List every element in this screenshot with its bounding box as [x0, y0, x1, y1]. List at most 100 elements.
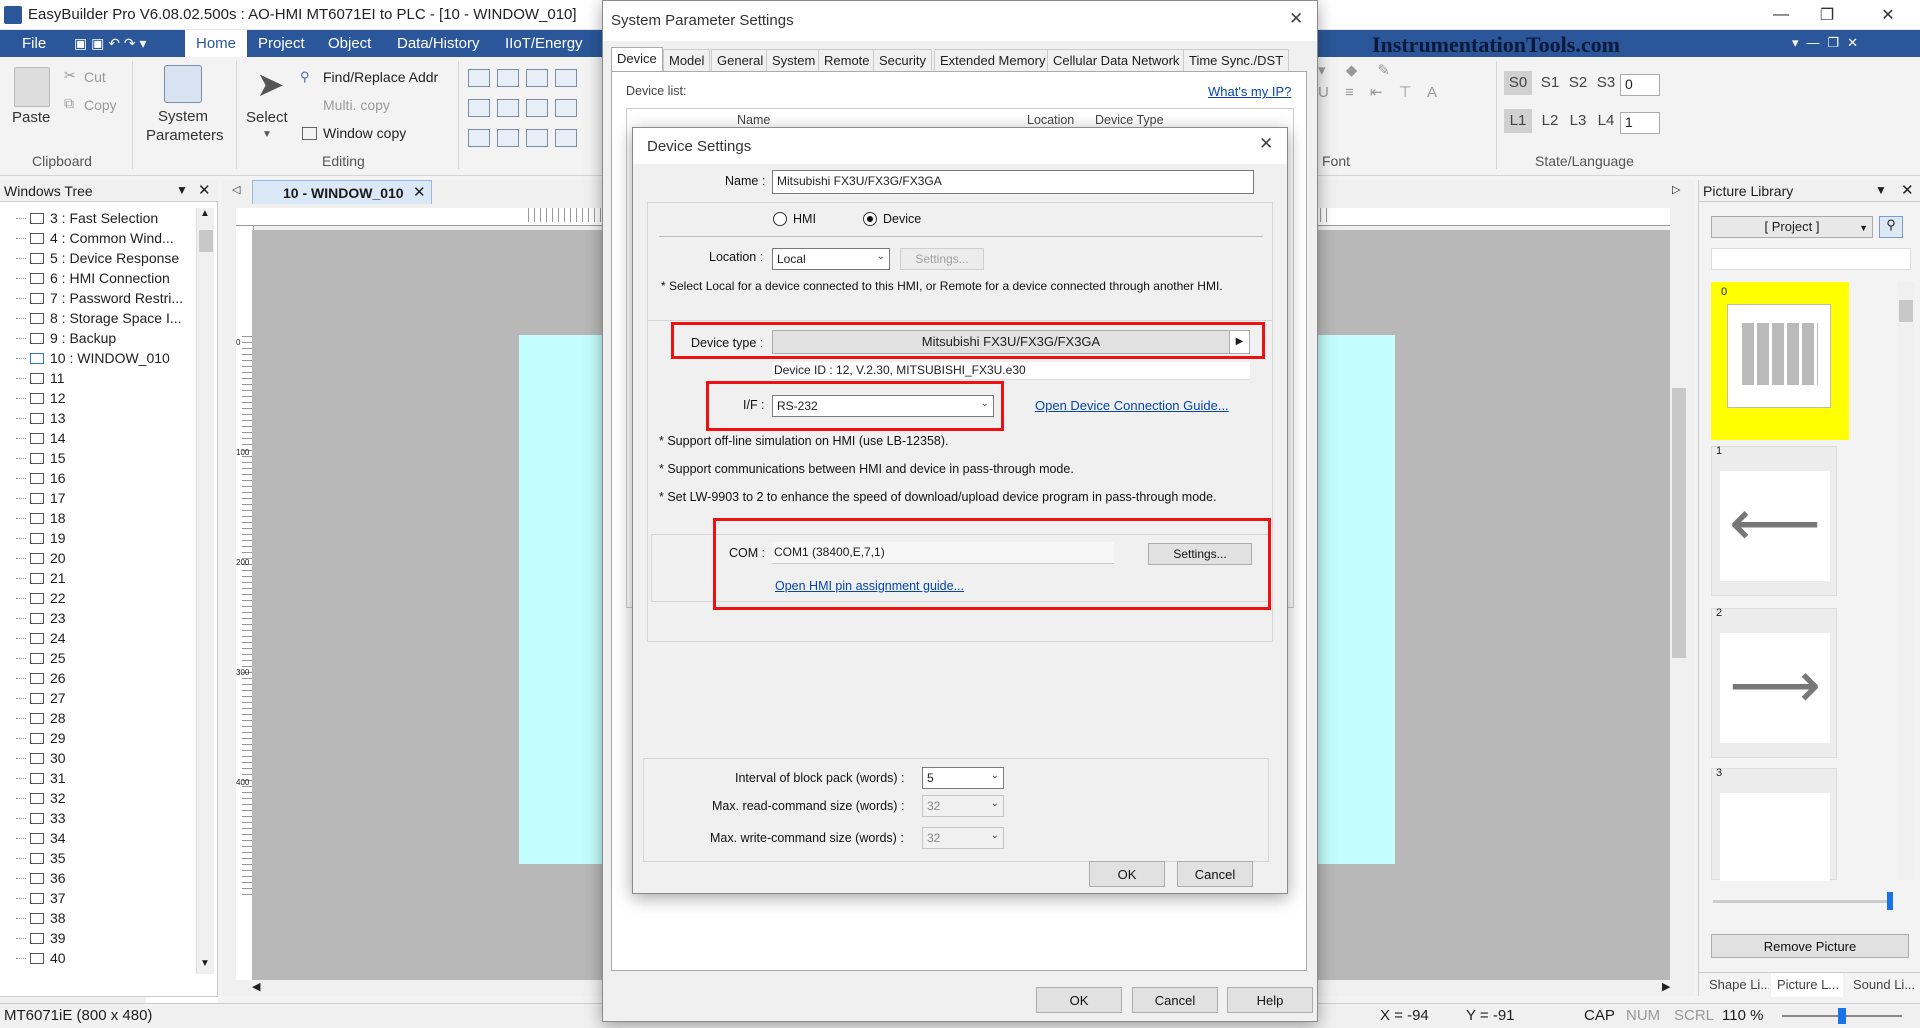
- tree-item[interactable]: 23: [16, 608, 66, 628]
- thumbnail-size-slider[interactable]: [1713, 892, 1893, 910]
- picture-thumb-0[interactable]: 0: [1711, 282, 1849, 440]
- panel-menu-icon[interactable]: ▼: [176, 183, 188, 197]
- scroll-left-icon[interactable]: ◀: [252, 980, 260, 993]
- tab-scroll-left-icon[interactable]: ◁: [232, 183, 240, 196]
- find-replace-button[interactable]: Find/Replace Addr: [323, 69, 438, 85]
- tree-item[interactable]: 39: [16, 928, 66, 948]
- tree-item[interactable]: 18: [16, 508, 66, 528]
- menu-file[interactable]: File: [12, 30, 56, 57]
- tree-item[interactable]: 30: [16, 748, 66, 768]
- scroll-thumb[interactable]: [199, 230, 213, 252]
- tab-window-010[interactable]: 10 - WINDOW_010 ✕: [252, 180, 432, 204]
- tab-picture-library[interactable]: Picture L...: [1771, 973, 1843, 997]
- tree-item[interactable]: 16: [16, 468, 66, 488]
- tree-item[interactable]: 24: [16, 628, 66, 648]
- tree-item[interactable]: 7 : Password Restri...: [16, 288, 183, 308]
- slider-handle[interactable]: [1887, 892, 1893, 910]
- device-settings-close-icon[interactable]: ✕: [1259, 134, 1273, 154]
- tree-item[interactable]: 8 : Storage Space I...: [16, 308, 182, 328]
- tab-cellular-data-network[interactable]: Cellular Data Network: [1047, 49, 1186, 71]
- tab-close-icon[interactable]: ✕: [413, 183, 426, 201]
- object-icon[interactable]: [555, 69, 577, 87]
- tab-time-sync-dst[interactable]: Time Sync./DST: [1183, 49, 1290, 71]
- tab-security[interactable]: Security: [873, 49, 932, 71]
- tab-shape-library[interactable]: Shape Li...: [1703, 973, 1769, 997]
- picture-thumb-2[interactable]: 2 ⟶: [1711, 607, 1837, 758]
- tree-item[interactable]: 3 : Fast Selection: [16, 208, 158, 228]
- tree-item[interactable]: 15: [16, 448, 66, 468]
- state-s1-button[interactable]: S1: [1536, 71, 1564, 95]
- tab-model[interactable]: Model: [663, 49, 711, 71]
- system-params-ok-button[interactable]: OK: [1036, 987, 1122, 1013]
- tab-remote[interactable]: Remote: [818, 49, 876, 71]
- system-params-help-button[interactable]: Help: [1227, 987, 1313, 1013]
- menu-iiot-energy[interactable]: IIoT/Energy: [495, 30, 593, 57]
- language-l1-button[interactable]: L1: [1504, 109, 1532, 133]
- com-settings-button[interactable]: Settings...: [1148, 543, 1252, 565]
- panel-close-icon[interactable]: ✕: [198, 181, 211, 199]
- tree-item[interactable]: 33: [16, 808, 66, 828]
- library-manager-icon[interactable]: ⚲: [1879, 216, 1903, 238]
- library-scrollbar[interactable]: [1897, 282, 1915, 880]
- location-select[interactable]: Local ⌄: [772, 248, 890, 270]
- tree-item[interactable]: 34: [16, 828, 66, 848]
- device-settings-cancel-button[interactable]: Cancel: [1177, 861, 1253, 887]
- select-button[interactable]: Select: [246, 109, 288, 126]
- tab-scroll-right-icon[interactable]: ▷: [1672, 183, 1680, 196]
- state-s0-button[interactable]: S0: [1504, 71, 1532, 95]
- tree-item[interactable]: 20: [16, 548, 66, 568]
- tree-item[interactable]: 22: [16, 588, 66, 608]
- system-params-cancel-button[interactable]: Cancel: [1132, 987, 1218, 1013]
- tree-item[interactable]: 32: [16, 788, 66, 808]
- object-icon[interactable]: [526, 69, 548, 87]
- tree-item[interactable]: 36: [16, 868, 66, 888]
- tree-item[interactable]: 38: [16, 908, 66, 928]
- tree-item[interactable]: 6 : HMI Connection: [16, 268, 170, 288]
- tab-system[interactable]: System: [766, 49, 822, 71]
- device-type-button[interactable]: Mitsubishi FX3U/FX3G/FX3GA ▶: [772, 330, 1250, 354]
- tree-item[interactable]: 31: [16, 768, 66, 788]
- panel-close-icon[interactable]: ✕: [1901, 181, 1914, 199]
- tree-item[interactable]: 25: [16, 648, 66, 668]
- picture-thumb-3[interactable]: 3: [1711, 767, 1837, 881]
- language-l3-button[interactable]: L3: [1564, 109, 1592, 133]
- scroll-thumb[interactable]: [1672, 388, 1686, 658]
- font-style-icons[interactable]: ▾ ◆ ✎: [1318, 61, 1398, 79]
- picture-thumb-1[interactable]: 1 ⟵: [1711, 445, 1837, 596]
- menu-home[interactable]: Home: [185, 30, 247, 57]
- tab-general[interactable]: General: [711, 49, 770, 71]
- minimize-button[interactable]: —: [1758, 0, 1804, 30]
- cut-button[interactable]: Cut: [84, 69, 106, 85]
- zoom-slider[interactable]: [1782, 1008, 1902, 1024]
- paste-button[interactable]: Paste: [12, 109, 50, 126]
- tree-item[interactable]: 19: [16, 528, 66, 548]
- tree-item[interactable]: 21: [16, 568, 66, 588]
- multi-copy-button[interactable]: Multi. copy: [323, 97, 390, 113]
- state-s2-button[interactable]: S2: [1564, 71, 1592, 95]
- location-settings-button[interactable]: Settings...: [900, 248, 984, 270]
- scroll-thumb[interactable]: [1899, 300, 1913, 322]
- object-icon[interactable]: [526, 99, 548, 117]
- device-name-input[interactable]: Mitsubishi FX3U/FX3G/FX3GA: [772, 170, 1254, 194]
- tree-item[interactable]: 12: [16, 388, 66, 408]
- tab-device[interactable]: Device: [611, 47, 663, 71]
- quick-access-toolbar[interactable]: ▣ ▣ ↶ ↷ ▾: [74, 35, 147, 52]
- hmi-pin-assignment-link[interactable]: Open HMI pin assignment guide...: [775, 579, 964, 593]
- tree-item[interactable]: 27: [16, 688, 66, 708]
- copy-button[interactable]: Copy: [84, 97, 117, 113]
- tree-item[interactable]: 37: [16, 888, 66, 908]
- restore-button[interactable]: ❐: [1804, 0, 1850, 30]
- tree-scrollbar[interactable]: ▲ ▼: [196, 208, 214, 974]
- object-icon[interactable]: [555, 129, 577, 147]
- tree-item[interactable]: 11: [16, 368, 65, 388]
- tree-item[interactable]: 9 : Backup: [16, 328, 116, 348]
- block-pack-select[interactable]: 5 ⌄: [922, 767, 1004, 789]
- library-filter-input[interactable]: [1711, 248, 1911, 270]
- tab-sound-library[interactable]: Sound Li...: [1847, 973, 1919, 997]
- tree-item[interactable]: 29: [16, 728, 66, 748]
- interface-select[interactable]: RS-232 ⌄: [772, 395, 994, 417]
- language-number-input[interactable]: 1: [1620, 112, 1660, 134]
- tree-item[interactable]: 14: [16, 428, 66, 448]
- device-settings-ok-button[interactable]: OK: [1089, 861, 1165, 887]
- tree-item[interactable]: 5 : Device Response: [16, 248, 179, 268]
